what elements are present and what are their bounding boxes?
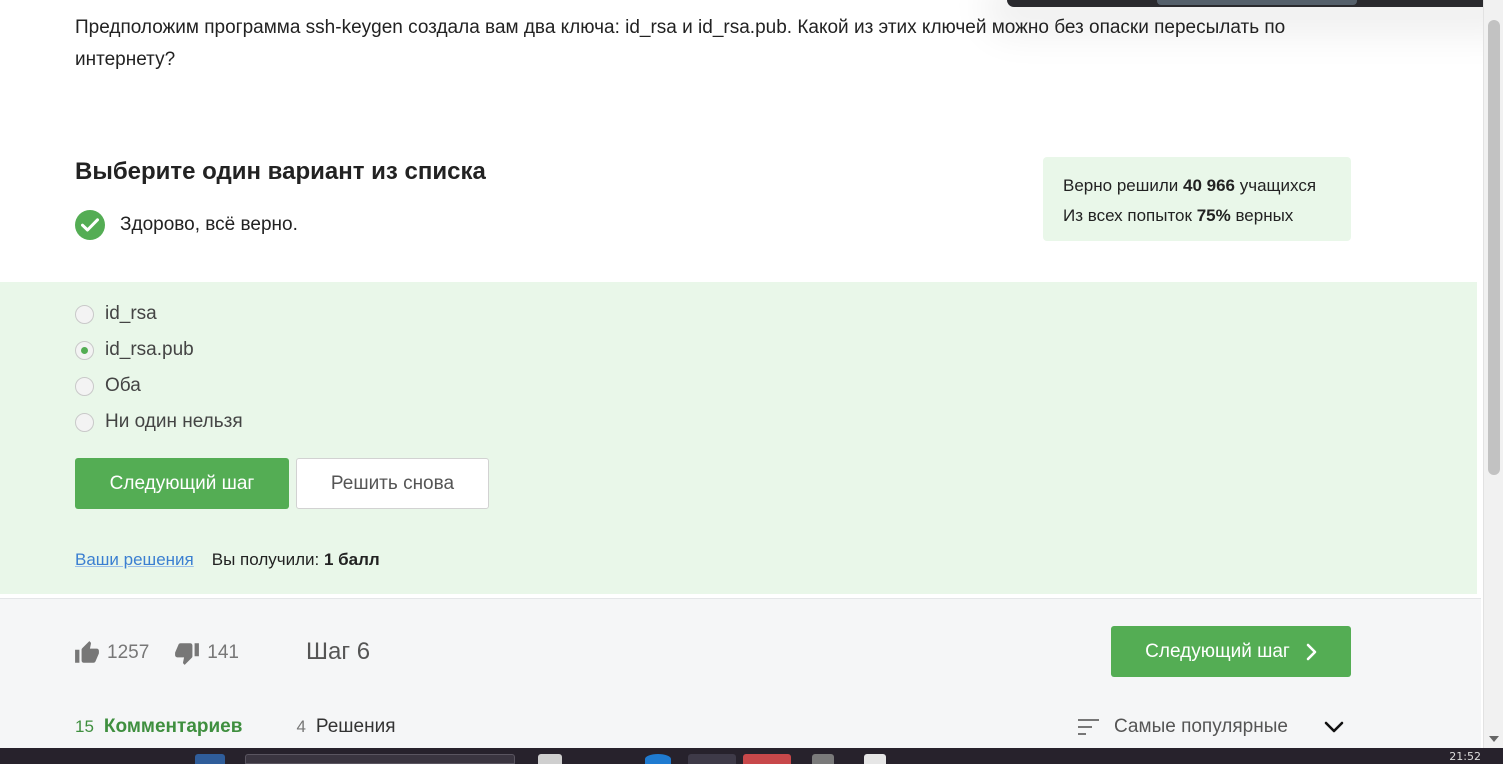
your-solutions-link[interactable]: Ваши решения bbox=[75, 550, 194, 570]
taskbar-browser-icon[interactable] bbox=[645, 754, 671, 764]
option-label: Оба bbox=[105, 375, 141, 396]
footer-next-step-label: Следующий шаг bbox=[1145, 640, 1290, 662]
stats-attempts-prefix: Из всех попыток bbox=[1063, 206, 1192, 225]
retry-button[interactable]: Решить снова bbox=[296, 458, 489, 509]
stats-attempts: Из всех попыток 75% верных bbox=[1063, 201, 1331, 231]
stats-box: Верно решили 40 966 учащихся Из всех поп… bbox=[1043, 157, 1351, 241]
discussion-tabs: 15 Комментариев 4 Решения bbox=[75, 716, 450, 738]
taskbar-start-icon[interactable] bbox=[195, 754, 225, 764]
sort-label: Самые популярные bbox=[1114, 716, 1288, 737]
taskbar: 21:52 bbox=[0, 748, 1503, 764]
sort-dropdown[interactable]: Самые популярные bbox=[1077, 716, 1344, 738]
footer-next-step-button[interactable]: Следующий шаг bbox=[1111, 626, 1351, 677]
like-button[interactable]: 1257 bbox=[74, 640, 149, 666]
taskbar-app-icon[interactable] bbox=[743, 754, 791, 764]
taskbar-app-icon[interactable] bbox=[864, 754, 886, 764]
solutions-count: 4 bbox=[296, 717, 306, 736]
tab-comments[interactable]: 15 Комментариев bbox=[75, 716, 242, 738]
solutions-row: Ваши решения Вы получили: 1 балл bbox=[75, 550, 380, 570]
page-scrollbar[interactable] bbox=[1483, 0, 1503, 748]
stats-solved: Верно решили 40 966 учащихся bbox=[1063, 171, 1331, 201]
solutions-label: Решения bbox=[315, 716, 396, 737]
option-both[interactable]: Оба bbox=[75, 375, 141, 397]
radio-button-selected[interactable] bbox=[75, 340, 94, 360]
comments-count: 15 bbox=[75, 717, 94, 736]
radio-button[interactable] bbox=[75, 376, 94, 396]
option-label: id_rsa.pub bbox=[105, 339, 194, 360]
quiz-title: Выберите один вариант из списка bbox=[75, 158, 486, 185]
score-prefix: Вы получили: bbox=[211, 550, 320, 569]
score: Вы получили: 1 балл bbox=[212, 550, 380, 570]
chevron-down-icon bbox=[1324, 721, 1344, 733]
stats-solved-count: 40 966 bbox=[1183, 176, 1236, 195]
chevron-right-icon bbox=[1306, 643, 1317, 660]
thumbs-down-icon bbox=[175, 643, 200, 665]
radio-button[interactable] bbox=[75, 412, 94, 432]
option-none[interactable]: Ни один нельзя bbox=[75, 411, 243, 433]
radio-button[interactable] bbox=[75, 304, 94, 324]
dislikes-count: 141 bbox=[207, 642, 239, 663]
taskbar-app-icon[interactable] bbox=[538, 754, 562, 764]
taskbar-clock: 21:52 bbox=[1449, 750, 1481, 763]
taskbar-app-icon[interactable] bbox=[812, 754, 834, 764]
sort-icon bbox=[1078, 719, 1099, 735]
status-text: Здорово, всё верно. bbox=[120, 214, 298, 235]
stats-attempts-suffix: верных bbox=[1235, 206, 1294, 225]
video-overlay bbox=[1007, 0, 1503, 7]
option-id-rsa[interactable]: id_rsa bbox=[75, 303, 157, 325]
score-value: 1 балл bbox=[323, 550, 380, 569]
status-message: Здорово, всё верно. bbox=[75, 210, 298, 240]
dislike-button[interactable]: 141 bbox=[174, 640, 239, 666]
likes-count: 1257 bbox=[107, 642, 150, 663]
comments-label: Комментариев bbox=[103, 716, 243, 737]
stats-solved-prefix: Верно решили bbox=[1063, 176, 1179, 195]
tab-solutions[interactable]: 4 Решения bbox=[296, 716, 395, 738]
option-id-rsa-pub[interactable]: id_rsa.pub bbox=[75, 339, 194, 361]
next-step-button[interactable]: Следующий шаг bbox=[75, 458, 289, 509]
option-label: Ни один нельзя bbox=[105, 411, 243, 432]
scroll-down-arrow-icon[interactable] bbox=[1489, 736, 1499, 742]
step-label: Шаг 6 bbox=[306, 638, 371, 665]
scroll-thumb[interactable] bbox=[1488, 20, 1500, 475]
answer-area bbox=[0, 282, 1477, 594]
question-text: Предположим программа ssh-keygen создала… bbox=[75, 17, 1286, 70]
thumbs-up-icon bbox=[75, 641, 99, 663]
stats-solved-suffix: учащихся bbox=[1239, 176, 1317, 195]
votes: 1257 141 bbox=[74, 640, 264, 666]
option-label: id_rsa bbox=[105, 303, 157, 324]
taskbar-app-icon[interactable] bbox=[688, 754, 736, 764]
taskbar-search-field[interactable] bbox=[245, 754, 515, 764]
checkmark-icon bbox=[75, 210, 105, 240]
stats-attempts-percent: 75% bbox=[1196, 206, 1231, 225]
